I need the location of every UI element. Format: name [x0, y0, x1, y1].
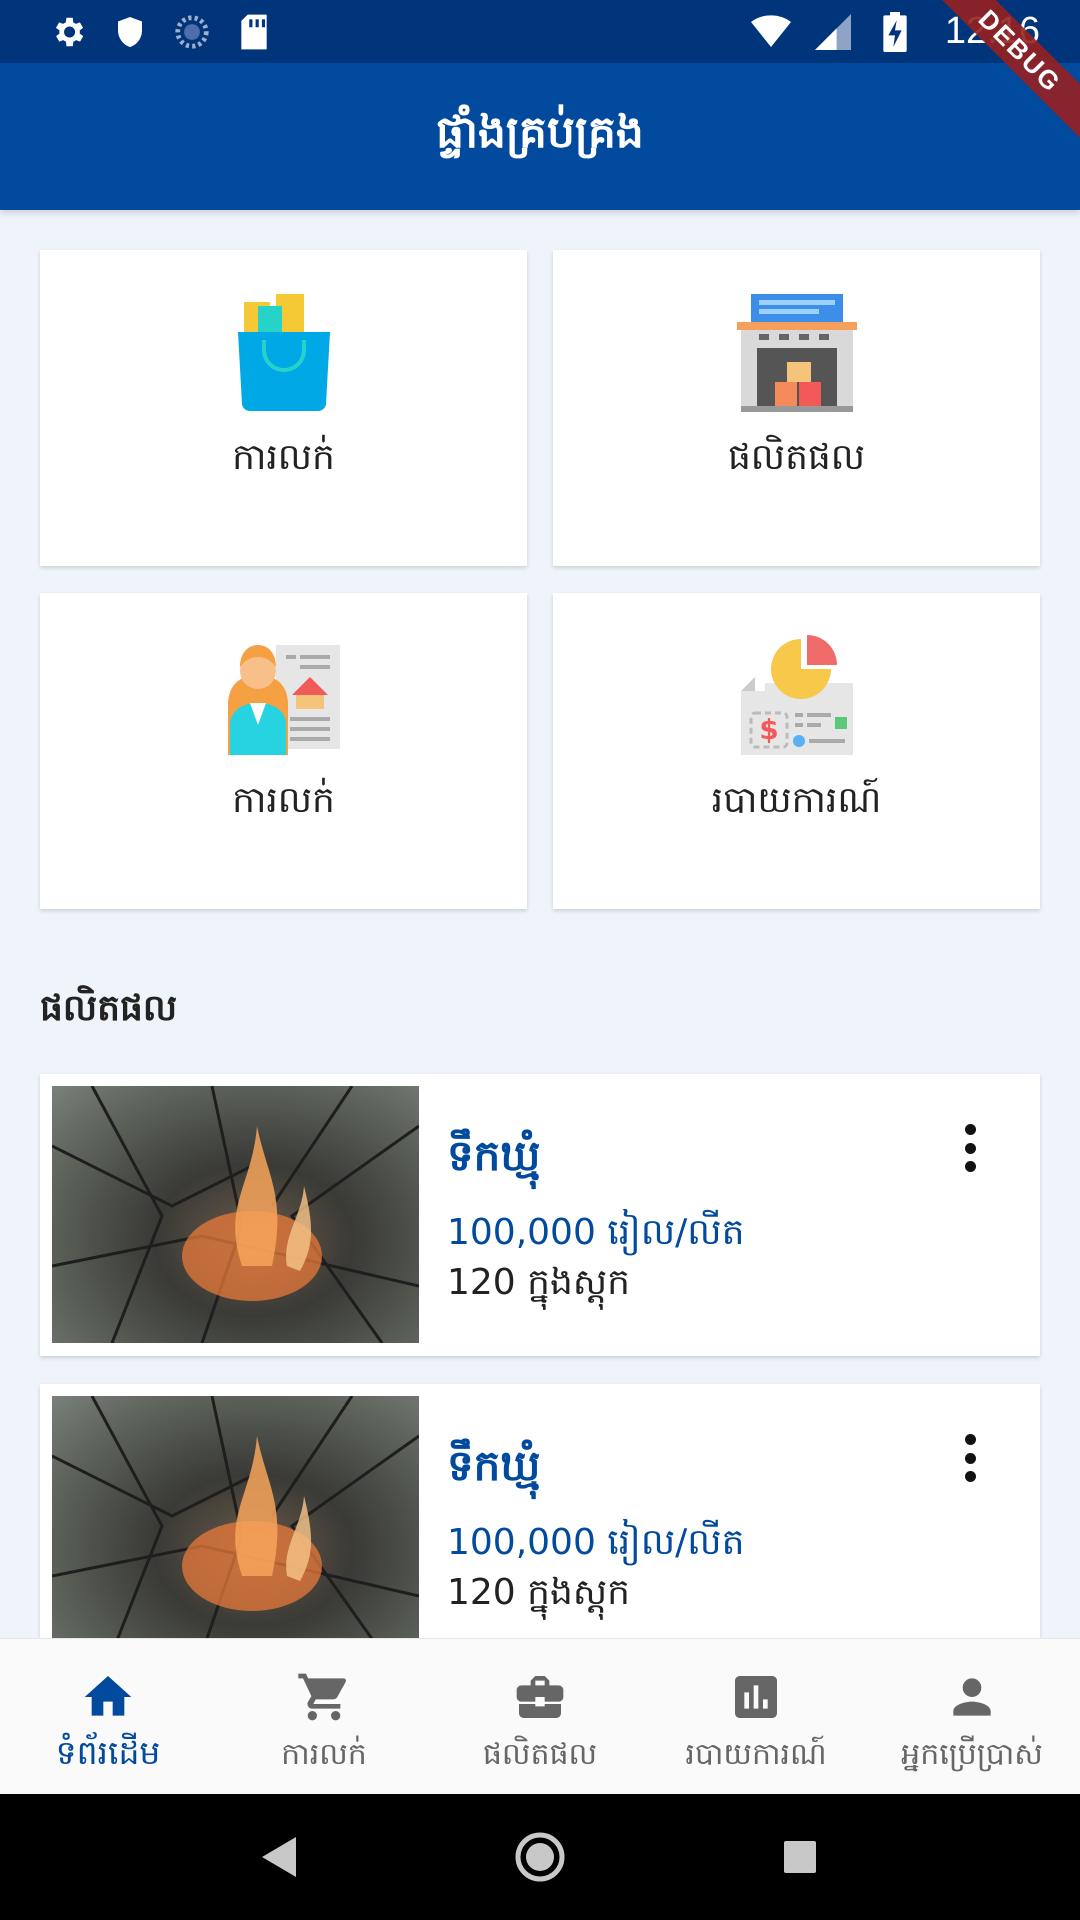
chart-icon [735, 1676, 777, 1718]
nav-item-products[interactable]: ផលិតផល [432, 1639, 648, 1794]
product-name: ទឹកឃ្មុំ [447, 1131, 541, 1180]
product-image [52, 1396, 419, 1653]
product-price: 100,000 រៀល/លីត [447, 1212, 745, 1253]
home-button-icon[interactable] [510, 1827, 570, 1887]
app-bar: ផ្ទាំងគ្រប់គ្រង [0, 63, 1080, 210]
bottom-navigation: ទំព័រដើម ការលក់ ផលិតផល របាយការណ៍ អ្នកប្រ… [0, 1638, 1080, 1794]
page-title: ផ្ទាំងគ្រប់គ្រង [436, 106, 644, 158]
section-title: ផលិតផល [40, 988, 178, 1029]
more-options-icon[interactable] [960, 1124, 980, 1172]
shield-icon [110, 12, 150, 52]
person-icon [953, 1678, 991, 1716]
status-bar: 12:16 [0, 0, 1080, 63]
store-icon [736, 294, 857, 412]
more-options-icon[interactable] [960, 1434, 980, 1482]
grid-card-label: ការលក់ [232, 780, 335, 821]
product-name: ទឹកឃ្មុំ [447, 1441, 541, 1490]
nav-label: អ្នកប្រើប្រាស់ [901, 1737, 1043, 1772]
recents-icon[interactable] [770, 1827, 830, 1887]
cart-icon [298, 1673, 347, 1721]
grid-card-sales[interactable]: ការលក់ [40, 250, 527, 566]
nav-item-home[interactable]: ទំព័រដើម [0, 1639, 216, 1794]
nav-label: ផលិតផល [482, 1737, 598, 1772]
grid-card-products[interactable]: ផលិតផល [553, 250, 1040, 566]
settings-icon [48, 12, 88, 52]
nav-item-sales[interactable]: ការលក់ [216, 1639, 432, 1794]
nav-item-users[interactable]: អ្នកប្រើប្រាស់ [864, 1639, 1080, 1794]
product-stock: 120 ក្នុងស្តុក [447, 1572, 630, 1613]
sync-icon [172, 12, 212, 52]
product-image [52, 1086, 419, 1343]
grid-card-reports[interactable]: $ របាយការណ៍ [553, 593, 1040, 909]
product-price: 100,000 រៀល/លីត [447, 1522, 745, 1563]
wifi-icon [750, 12, 791, 52]
back-icon[interactable] [250, 1827, 310, 1887]
svg-text:$: $ [759, 713, 778, 746]
nav-label: ការលក់ [281, 1737, 367, 1772]
nav-label: របាយការណ៍ [685, 1737, 827, 1772]
nav-label: ទំព័រដើម [55, 1733, 161, 1772]
product-card[interactable]: ទឹកឃ្មុំ 100,000 រៀល/លីត 120 ក្នុងស្តុក [40, 1074, 1040, 1356]
sd-card-icon [234, 12, 274, 52]
home-icon [84, 1676, 132, 1716]
grid-card-label: របាយការណ៍ [711, 780, 882, 821]
briefcase-icon [516, 1676, 564, 1718]
nav-item-reports[interactable]: របាយការណ៍ [648, 1639, 864, 1794]
grid-card-label: ការលក់ [232, 437, 335, 478]
seller-icon [227, 645, 340, 755]
product-card[interactable]: ទឹកឃ្មុំ 100,000 រៀល/លីត 120 ក្នុងស្តុក [40, 1384, 1040, 1666]
grid-card-seller[interactable]: ការលក់ [40, 593, 527, 909]
report-icon: $ [740, 635, 853, 755]
battery-charging-icon [875, 11, 915, 52]
system-navigation-bar [0, 1794, 1080, 1920]
grid-card-label: ផលិតផល [727, 437, 866, 478]
shopping-bag-icon [237, 294, 330, 412]
product-stock: 120 ក្នុងស្តុក [447, 1262, 630, 1303]
signal-icon [813, 12, 853, 52]
